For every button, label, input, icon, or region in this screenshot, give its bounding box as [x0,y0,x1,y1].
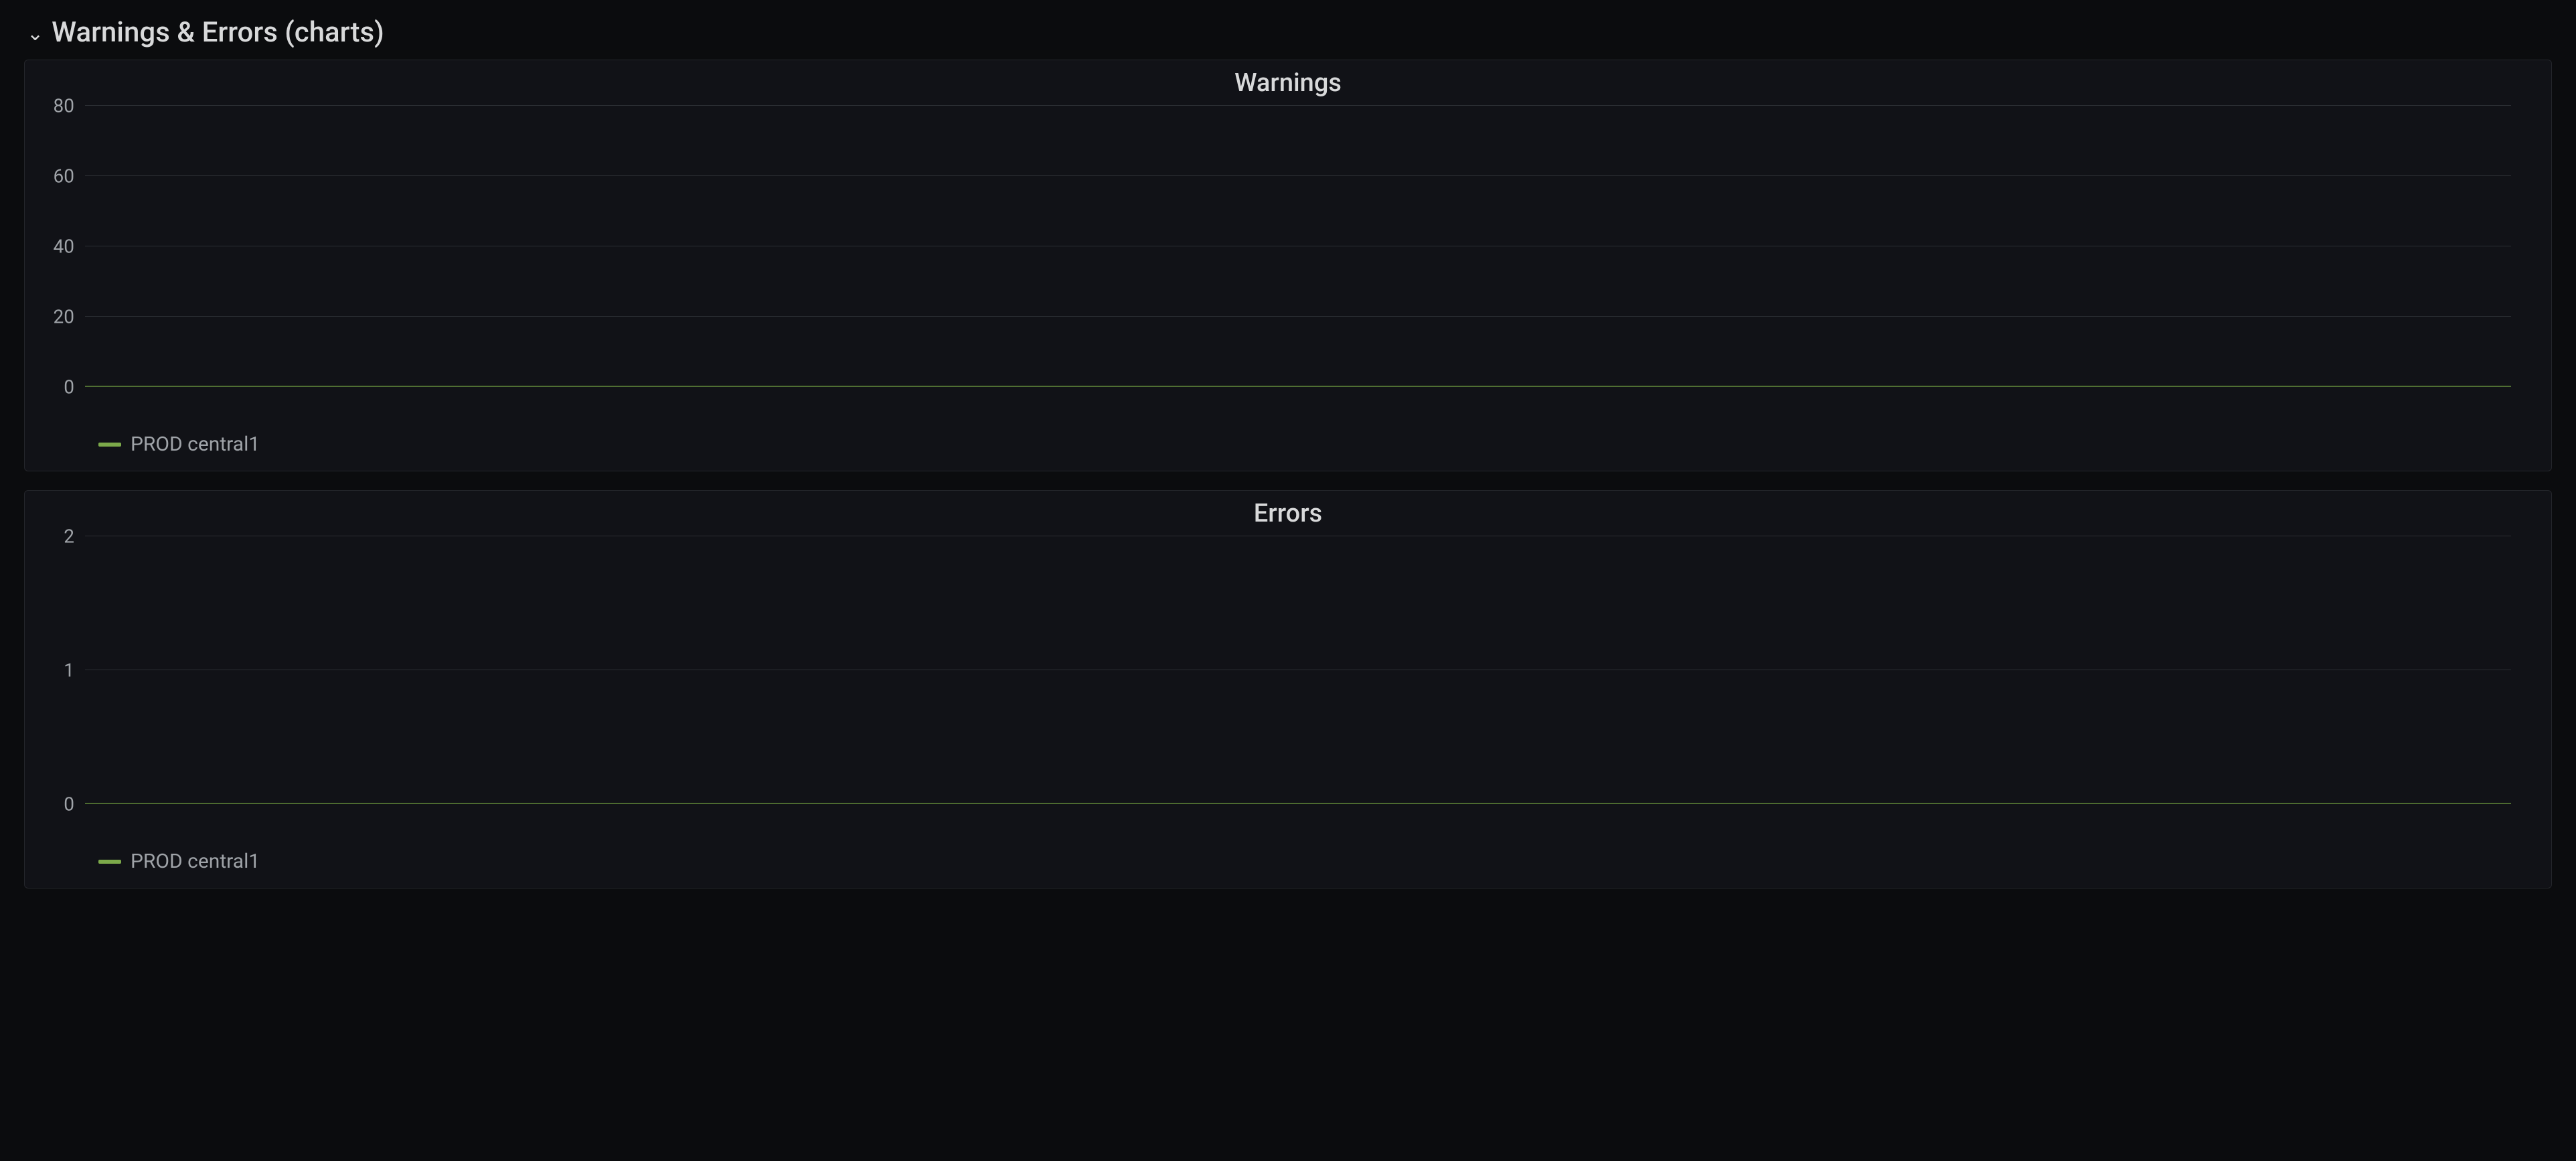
legend-swatch-icon [98,443,121,447]
legend-warnings[interactable]: PROD central1 [98,433,2551,456]
bars-layer [85,106,2511,387]
panels-container: Warnings 020406080 07:2007:2507:3007:350… [0,60,2576,910]
panel-title-warnings: Warnings [25,68,2551,98]
ytick-label: 40 [54,236,85,258]
ytick-label: 20 [54,306,85,328]
chevron-down-icon: ⌄ [27,22,44,46]
plot-area-warnings: 020406080 [85,106,2511,387]
ytick-label: 0 [64,793,85,816]
row-header[interactable]: ⌄ Warnings & Errors (charts) [0,0,2576,60]
panel-errors[interactable]: Errors 012 07:2007:2507:3007:3507:4007:4… [24,490,2552,888]
plot-warnings[interactable]: 020406080 07:2007:2507:3007:3507:4007:45… [85,106,2511,426]
legend-label: PROD central1 [131,433,260,456]
panel-title-errors: Errors [25,499,2551,528]
ytick-label: 60 [54,165,85,187]
ytick-label: 2 [64,526,85,548]
bars-layer [85,536,2511,804]
plot-area-errors: 012 [85,536,2511,804]
xaxis-warnings: 07:2007:2507:3007:3507:4007:4507:5007:55… [85,394,2511,426]
plot-errors[interactable]: 012 07:2007:2507:3007:3507:4007:4507:500… [85,536,2511,843]
row-title: Warnings & Errors (charts) [52,16,384,49]
legend-errors[interactable]: PROD central1 [98,850,2551,873]
ytick-label: 1 [64,660,85,682]
panel-warnings[interactable]: Warnings 020406080 07:2007:2507:3007:350… [24,60,2552,471]
ytick-label: 80 [54,95,85,117]
legend-label: PROD central1 [131,850,260,873]
xaxis-errors: 07:2007:2507:3007:3507:4007:4507:5007:55… [85,811,2511,843]
legend-swatch-icon [98,860,121,864]
ytick-label: 0 [64,376,85,398]
